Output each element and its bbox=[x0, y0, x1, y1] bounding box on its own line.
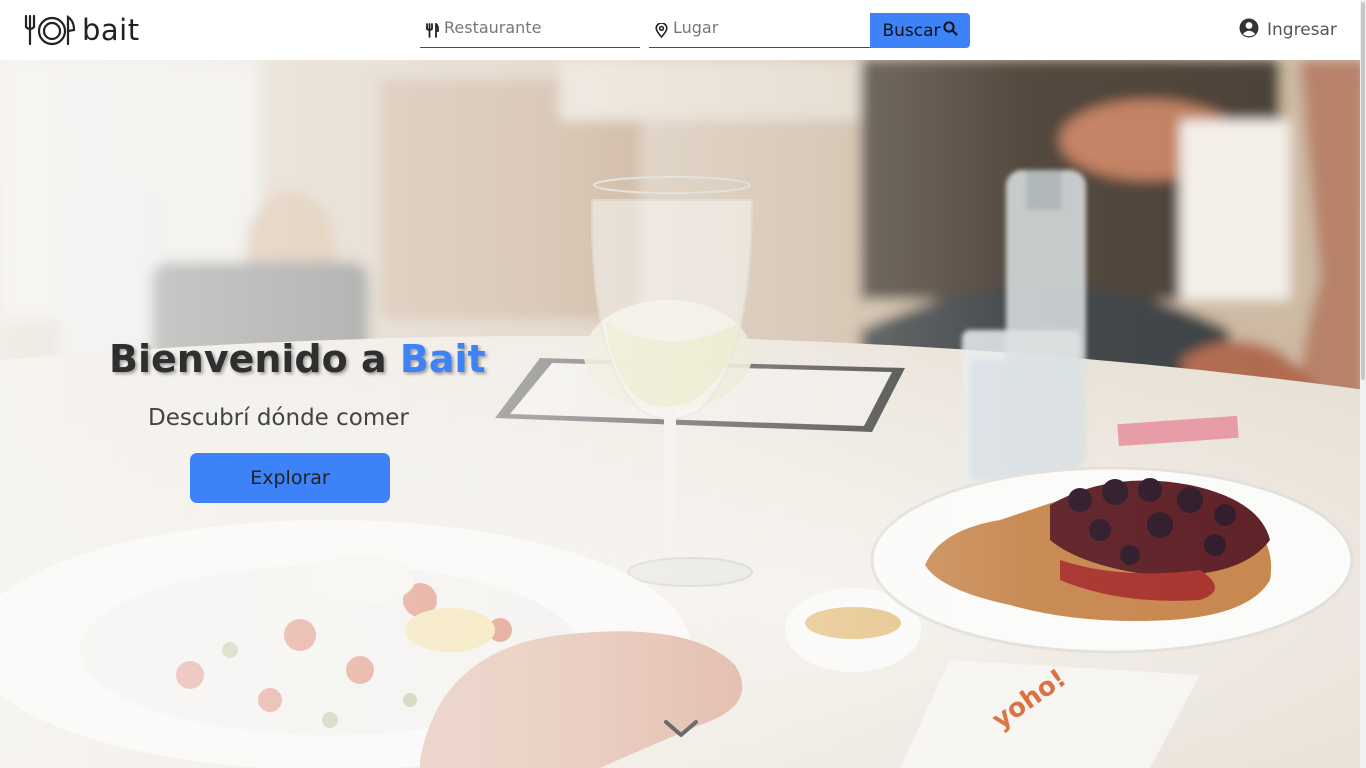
hero-title: Bienvenido a Bait bbox=[109, 338, 486, 380]
top-navbar: bait Buscar bbox=[0, 0, 1366, 60]
brand-name: bait bbox=[82, 13, 140, 47]
search-button-label: Buscar bbox=[882, 20, 941, 41]
hero-title-prefix: Bienvenido a bbox=[109, 337, 400, 381]
chevron-down-icon[interactable] bbox=[662, 717, 700, 745]
user-circle-icon bbox=[1239, 18, 1259, 43]
explore-button[interactable]: Explorar bbox=[190, 453, 390, 503]
logo-link[interactable]: bait bbox=[22, 10, 140, 50]
place-search-field bbox=[649, 13, 870, 48]
place-input[interactable] bbox=[673, 13, 863, 42]
hero-subtitle: Descubrí dónde comer bbox=[148, 405, 409, 431]
hero-section: yoho! Bienvenido a Bait Descubrí dónde c… bbox=[0, 60, 1366, 768]
search-button[interactable]: Buscar bbox=[870, 13, 970, 48]
map-pin-icon bbox=[652, 23, 670, 38]
restaurant-input[interactable] bbox=[444, 13, 634, 42]
restaurant-search-field bbox=[420, 13, 640, 48]
search-icon bbox=[942, 20, 958, 41]
plate-cutlery-icon bbox=[22, 10, 78, 50]
fork-knife-icon bbox=[423, 23, 441, 38]
page-scrollbar[interactable] bbox=[1360, 0, 1366, 768]
hero-title-brand: Bait bbox=[399, 337, 486, 381]
scrollbar-thumb[interactable] bbox=[1361, 2, 1365, 380]
login-label: Ingresar bbox=[1267, 20, 1337, 40]
login-link[interactable]: Ingresar bbox=[1239, 17, 1337, 43]
